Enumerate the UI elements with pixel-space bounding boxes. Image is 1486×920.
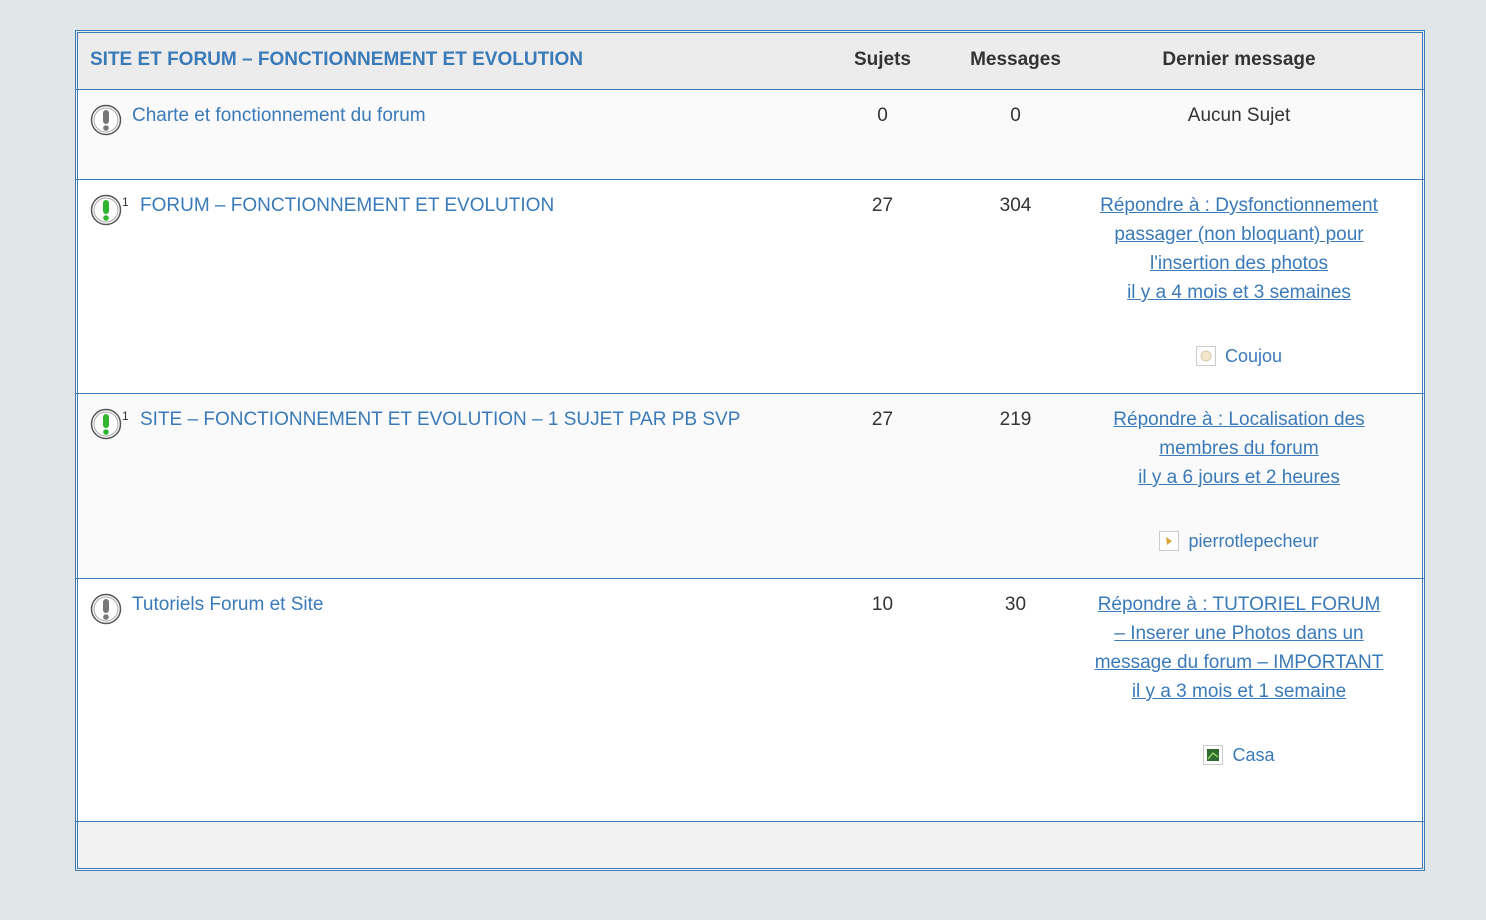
author-link[interactable]: Coujou (1225, 345, 1282, 367)
forum-category-table: SITE ET FORUM – FONCTIONNEMENT ET EVOLUT… (75, 30, 1425, 871)
forum-cell: Tutoriels Forum et Site (76, 593, 816, 625)
forum-link[interactable]: Tutoriels Forum et Site (132, 594, 323, 616)
last-post-time-link[interactable]: il y a 4 mois et 3 semaines (1094, 278, 1384, 307)
category-footer (76, 822, 1424, 870)
last-post-author: Casa (1094, 744, 1384, 766)
forum-link[interactable]: SITE – FONCTIONNEMENT ET EVOLUTION – 1 S… (140, 409, 740, 431)
last-post-cell: Répondre à : Localisation des membres du… (1094, 409, 1384, 552)
forum-row-forum: 1 FORUM – FONCTIONNEMENT ET EVOLUTION 27… (76, 180, 1424, 394)
no-topic-text: Aucun Sujet (1187, 105, 1291, 126)
exclamation-grey-icon (90, 593, 122, 625)
topics-count: 10 (871, 594, 894, 615)
last-post-author: pierrotlepecheur (1094, 530, 1384, 552)
subforum-count: 1 (122, 409, 129, 423)
last-post-cell: Répondre à : Dysfonctionnement passager … (1094, 195, 1384, 367)
avatar[interactable] (1203, 745, 1224, 765)
column-header-posts: Messages (970, 49, 1061, 70)
author-link[interactable]: pierrotlepecheur (1188, 530, 1318, 552)
last-post-author: Coujou (1094, 345, 1384, 367)
forum-row-charte: Charte et fonctionnement du forum 0 0 Au… (76, 90, 1424, 180)
author-link[interactable]: Casa (1232, 744, 1274, 766)
exclamation-green-icon: 1 (90, 408, 129, 440)
exclamation-grey-icon (90, 104, 122, 136)
topics-count: 0 (877, 105, 888, 126)
column-header-topics: Sujets (853, 49, 912, 70)
exclamation-green-icon: 1 (90, 194, 129, 226)
forum-row-site: 1 SITE – FONCTIONNEMENT ET EVOLUTION – 1… (76, 394, 1424, 579)
forum-cell: 1 SITE – FONCTIONNEMENT ET EVOLUTION – 1… (76, 408, 816, 440)
last-post-time-link[interactable]: il y a 6 jours et 2 heures (1094, 463, 1384, 492)
last-post-cell: Répondre à : TUTORIEL FORUM – Inserer un… (1094, 594, 1384, 766)
last-post-link[interactable]: Répondre à : TUTORIEL FORUM – Inserer un… (1094, 590, 1384, 677)
avatar[interactable] (1195, 346, 1216, 366)
posts-count: 219 (999, 409, 1032, 430)
forum-link[interactable]: FORUM – FONCTIONNEMENT ET EVOLUTION (140, 195, 554, 217)
forum-cell: 1 FORUM – FONCTIONNEMENT ET EVOLUTION (76, 194, 816, 226)
forum-cell: Charte et fonctionnement du forum (76, 104, 816, 136)
topics-count: 27 (871, 409, 894, 430)
last-post-link[interactable]: Répondre à : Localisation des membres du… (1094, 405, 1384, 463)
last-post-link[interactable]: Répondre à : Dysfonctionnement passager … (1094, 191, 1384, 278)
avatar[interactable] (1159, 531, 1180, 551)
last-post-cell: Aucun Sujet (1094, 105, 1384, 127)
posts-count: 0 (1010, 105, 1021, 126)
subforum-count: 1 (122, 195, 129, 209)
category-title-link[interactable]: SITE ET FORUM – FONCTIONNEMENT ET EVOLUT… (90, 49, 583, 70)
posts-count: 30 (1004, 594, 1027, 615)
category-header: SITE ET FORUM – FONCTIONNEMENT ET EVOLUT… (76, 31, 1424, 90)
posts-count: 304 (999, 195, 1032, 216)
forum-row-tutoriels: Tutoriels Forum et Site 10 30 Répondre à… (76, 579, 1424, 822)
topics-count: 27 (871, 195, 894, 216)
last-post-time-link[interactable]: il y a 3 mois et 1 semaine (1094, 677, 1384, 706)
forum-link[interactable]: Charte et fonctionnement du forum (132, 105, 426, 127)
column-header-last-post: Dernier message (1162, 49, 1316, 70)
category-title-cell: SITE ET FORUM – FONCTIONNEMENT ET EVOLUT… (76, 49, 816, 71)
